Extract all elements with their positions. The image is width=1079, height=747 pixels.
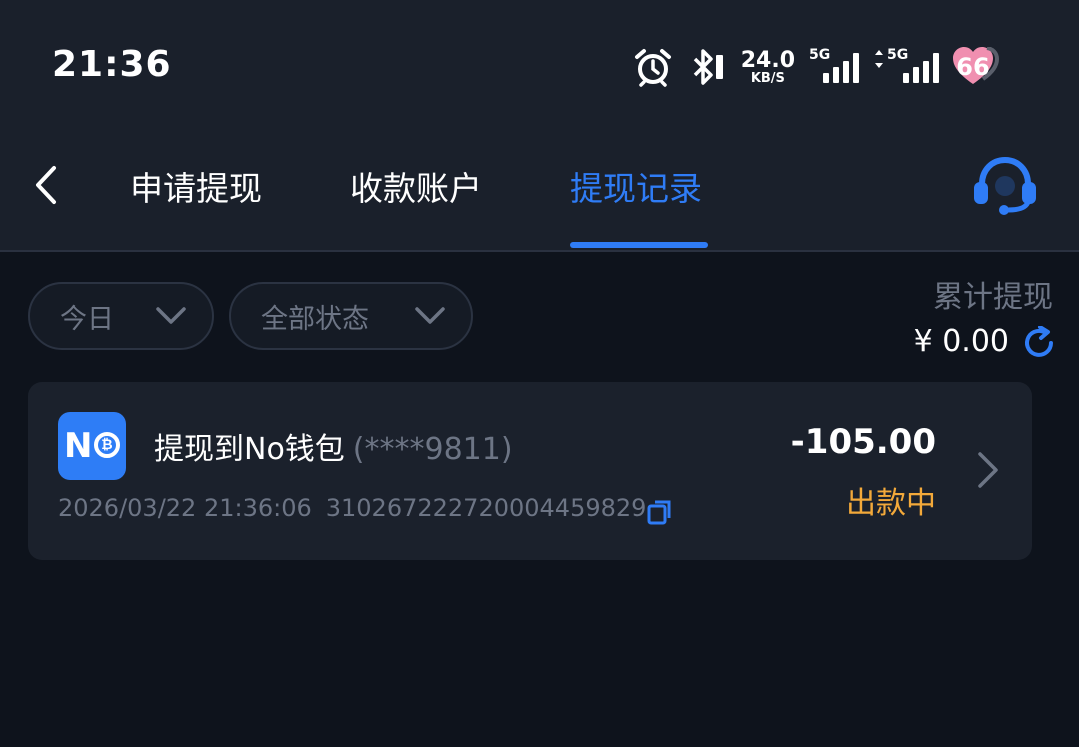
chevron-down-icon — [415, 307, 445, 324]
withdraw-record-card[interactable]: N ₿ 提现到No钱包 (****9811) 2026/03/22 21:36:0… — [28, 382, 1032, 560]
status-icons: 24.0 KB/S 5G 5G 66 — [633, 42, 999, 92]
record-title-row: 提现到No钱包 (****9811) — [154, 424, 513, 468]
bitcoin-icon: ₿ — [94, 432, 120, 458]
network-speed-value: 24.0 — [740, 47, 795, 73]
record-amount: -105.00 — [790, 422, 936, 462]
record-order-id: 310267222720004459829 — [325, 494, 647, 522]
status-bar: 21:36 24.0 KB/S 5G 5G 66 — [0, 0, 1079, 120]
chevron-left-icon — [36, 166, 56, 204]
bluetooth-icon — [693, 49, 723, 85]
record-title: 提现到No钱包 — [154, 432, 345, 467]
record-datetime: 2026/03/22 21:36:06 — [58, 494, 312, 522]
tab-withdraw-records[interactable]: 提现记录 — [570, 162, 702, 210]
network-speed-unit: KB/S — [750, 70, 785, 86]
record-status-badge: 出款中 — [846, 486, 936, 521]
record-meta: 2026/03/22 21:36:06 310267222720004459829 — [58, 494, 646, 522]
total-withdrawn-label: 累计提现 — [933, 280, 1053, 315]
no-wallet-logo: N ₿ — [58, 412, 126, 480]
chevron-right-icon — [978, 452, 998, 488]
total-withdrawn-amount: ¥ 0.00 — [913, 324, 1009, 359]
signal-strength-1: 5G — [809, 47, 859, 87]
status-time: 21:36 — [52, 44, 172, 85]
signal-bars-icon — [823, 53, 859, 83]
tab-apply-withdraw[interactable]: 申请提现 — [130, 162, 262, 210]
refresh-icon[interactable] — [1022, 326, 1056, 360]
tab-payee-accounts[interactable]: 收款账户 — [350, 162, 482, 210]
signal-strength-2: 5G — [873, 47, 939, 87]
nav-bar: 申请提现 收款账户 提现记录 — [0, 120, 1079, 252]
status-filter-dropdown[interactable]: 全部状态 — [229, 282, 473, 350]
battery-level: 66 — [956, 53, 990, 81]
status-filter-value: 全部状态 — [261, 303, 369, 335]
back-button[interactable] — [26, 160, 66, 210]
record-account: (****9811) — [352, 432, 513, 467]
battery-heart-badge: 66 — [953, 47, 999, 87]
date-filter-dropdown[interactable]: 今日 — [28, 282, 214, 350]
copy-icon[interactable] — [646, 498, 674, 526]
date-filter-value: 今日 — [60, 303, 114, 335]
active-tab-indicator — [570, 242, 708, 248]
headset-icon[interactable] — [972, 156, 1038, 216]
signal-bars-icon-2 — [903, 53, 939, 83]
network-speed: 24.0 KB/S — [740, 47, 795, 86]
data-transfer-icon — [875, 50, 883, 68]
alarm-icon — [634, 49, 671, 87]
chevron-down-icon — [156, 307, 186, 324]
withdraw-records-page: 21:36 24.0 KB/S 5G 5G 66 申请提现 收款账户 提现记录 … — [0, 0, 1079, 747]
